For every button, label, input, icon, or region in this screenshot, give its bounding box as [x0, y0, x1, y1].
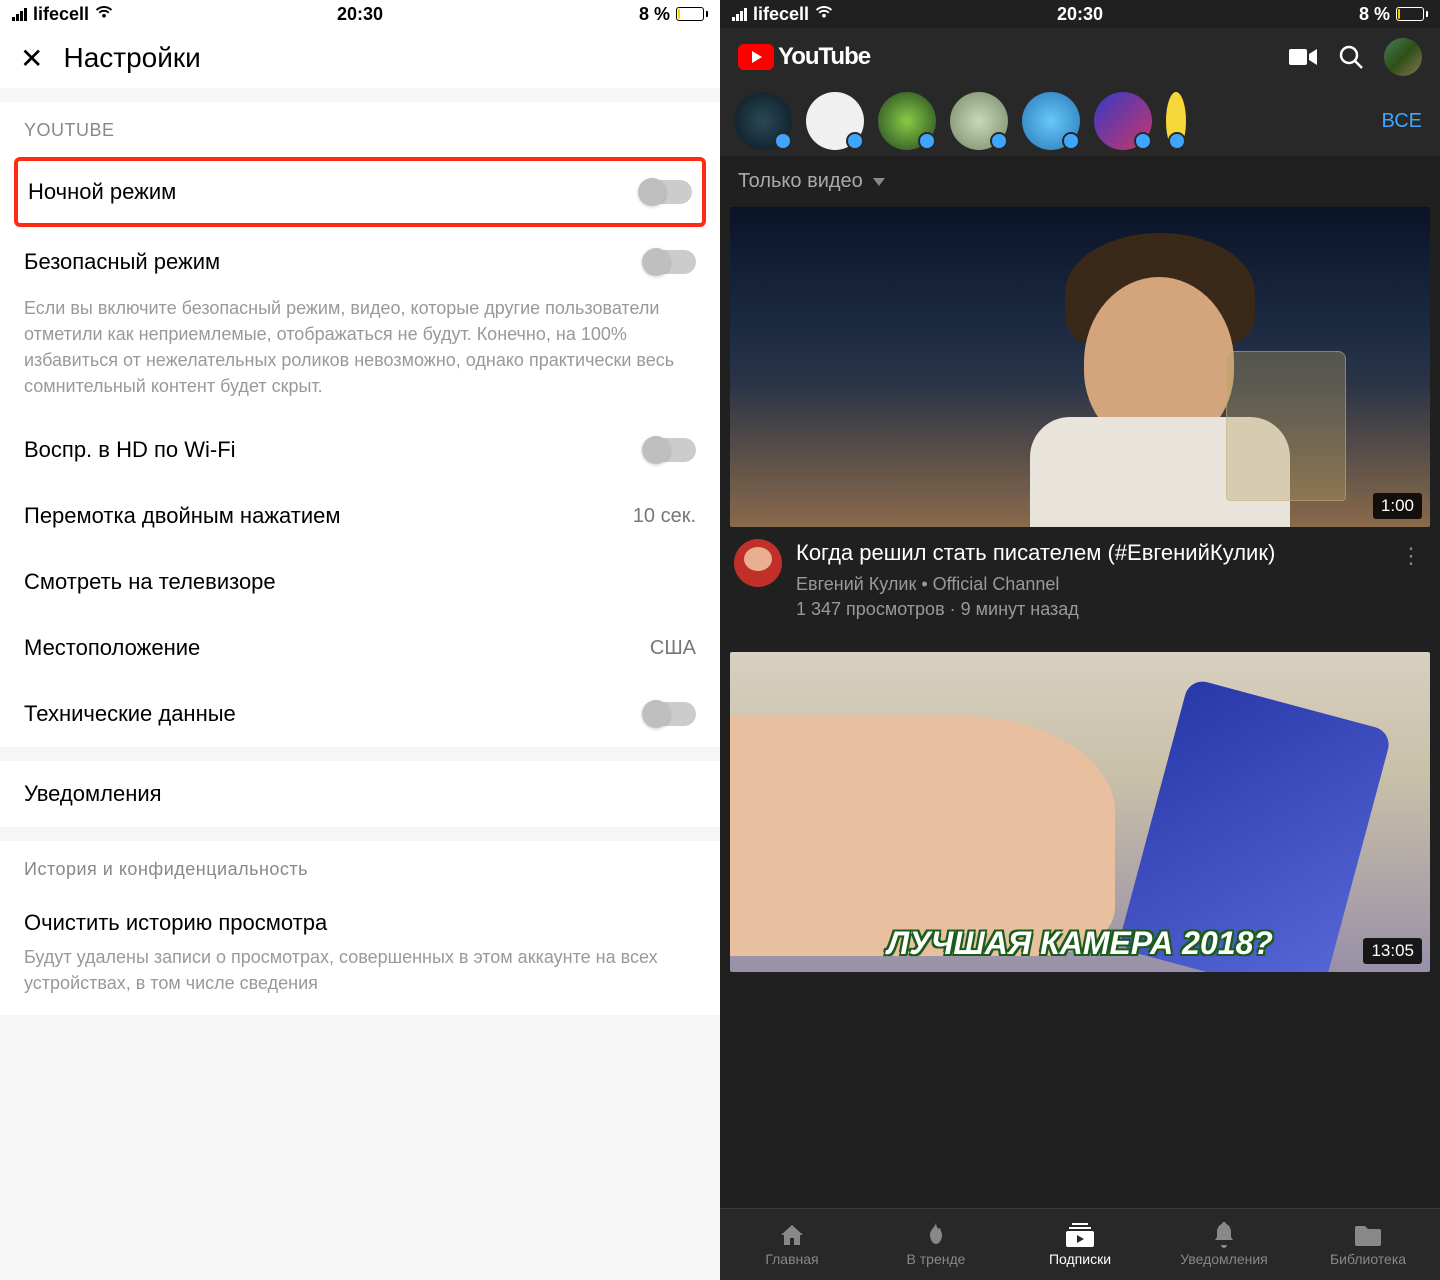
- tab-library[interactable]: Библиотека: [1296, 1209, 1440, 1280]
- carrier-label: lifecell: [753, 4, 809, 25]
- hd-wifi-row[interactable]: Воспр. в HD по Wi-Fi: [0, 417, 720, 483]
- double-tap-row[interactable]: Перемотка двойным нажатием 10 сек.: [0, 483, 720, 549]
- channel-avatar[interactable]: [1094, 92, 1152, 150]
- channel-avatar[interactable]: [806, 92, 864, 150]
- youtube-header: YouTube: [720, 28, 1440, 86]
- tab-label: Уведомления: [1180, 1251, 1268, 1267]
- youtube-logo-text: YouTube: [778, 43, 870, 71]
- channel-avatar-small[interactable]: [734, 539, 782, 587]
- safe-mode-row[interactable]: Безопасный режим: [0, 229, 720, 295]
- signal-icon: [12, 8, 27, 21]
- tech-data-row[interactable]: Технические данные: [0, 681, 720, 747]
- double-tap-label: Перемотка двойным нажатием: [24, 503, 341, 529]
- status-bar-right: lifecell 20:30 8 %: [720, 0, 1440, 28]
- video-title: Когда решил стать писателем (#ЕвгенийКул…: [796, 539, 1382, 568]
- wifi-icon: [95, 4, 113, 25]
- flame-icon: [922, 1223, 950, 1247]
- notifications-label: Уведомления: [24, 781, 162, 807]
- tab-notifications[interactable]: Уведомления: [1152, 1209, 1296, 1280]
- tab-subscriptions[interactable]: Подписки: [1008, 1209, 1152, 1280]
- section-header-youtube: YOUTUBE: [0, 102, 720, 151]
- tab-label: Подписки: [1049, 1251, 1111, 1267]
- tab-label: Главная: [765, 1251, 818, 1267]
- folder-icon: [1354, 1223, 1382, 1247]
- all-channels-link[interactable]: ВСЕ: [1382, 110, 1426, 133]
- clock: 20:30: [1057, 4, 1103, 25]
- bell-icon: [1210, 1223, 1238, 1247]
- video-stats: 1 347 просмотров · 9 минут назад: [796, 597, 1382, 622]
- video-card[interactable]: ЛУЧШАЯ КАМЕРА 2018? 13:05: [730, 652, 1430, 972]
- tech-data-label: Технические данные: [24, 701, 236, 727]
- night-mode-highlight: Ночной режим: [14, 157, 706, 227]
- clear-history-label: Очистить историю просмотра: [24, 910, 327, 936]
- section-header-history: История и конфиденциальность: [0, 841, 720, 890]
- tech-data-toggle[interactable]: [644, 702, 696, 726]
- tab-label: В тренде: [907, 1251, 966, 1267]
- filter-label: Только видео: [738, 170, 863, 193]
- clear-history-row[interactable]: Очистить историю просмотра: [0, 890, 720, 944]
- close-icon[interactable]: ✕: [20, 42, 43, 75]
- location-value: США: [650, 637, 696, 660]
- channel-avatar[interactable]: [1022, 92, 1080, 150]
- clear-history-description: Будут удалены записи о просмотрах, совер…: [0, 944, 720, 1014]
- youtube-logo[interactable]: YouTube: [738, 43, 870, 71]
- watch-tv-label: Смотреть на телевизоре: [24, 569, 276, 595]
- user-avatar[interactable]: [1384, 38, 1422, 76]
- tab-trending[interactable]: В тренде: [864, 1209, 1008, 1280]
- video-thumbnail[interactable]: ЛУЧШАЯ КАМЕРА 2018? 13:05: [730, 652, 1430, 972]
- notifications-row[interactable]: Уведомления: [0, 761, 720, 827]
- location-row[interactable]: Местоположение США: [0, 615, 720, 681]
- camera-icon[interactable]: [1288, 42, 1318, 72]
- hd-wifi-label: Воспр. в HD по Wi-Fi: [24, 437, 236, 463]
- safe-mode-label: Безопасный режим: [24, 249, 220, 275]
- video-duration: 13:05: [1363, 938, 1422, 964]
- youtube-play-icon: [738, 44, 774, 70]
- watch-tv-row[interactable]: Смотреть на телевизоре: [0, 549, 720, 615]
- channel-avatar[interactable]: [1166, 92, 1186, 150]
- night-mode-row[interactable]: Ночной режим: [18, 161, 702, 223]
- video-channel: Евгений Кулик • Official Channel: [796, 572, 1382, 597]
- tab-home[interactable]: Главная: [720, 1209, 864, 1280]
- video-card[interactable]: 1:00 Когда решил стать писателем (#Евген…: [730, 207, 1430, 634]
- night-mode-label: Ночной режим: [28, 179, 176, 205]
- channel-avatar[interactable]: [734, 92, 792, 150]
- home-icon: [778, 1223, 806, 1247]
- thumbnail-overlay-text: ЛУЧШАЯ КАМЕРА 2018?: [887, 925, 1273, 962]
- status-bar-left: lifecell 20:30 8 %: [0, 0, 720, 28]
- battery-pct: 8 %: [639, 4, 670, 25]
- night-mode-toggle[interactable]: [640, 180, 692, 204]
- channel-strip[interactable]: ВСЕ: [720, 86, 1440, 156]
- channel-avatar[interactable]: [950, 92, 1008, 150]
- signal-icon: [732, 8, 747, 21]
- carrier-label: lifecell: [33, 4, 89, 25]
- battery-icon: [676, 7, 708, 21]
- channel-avatar[interactable]: [878, 92, 936, 150]
- search-icon[interactable]: [1336, 42, 1366, 72]
- battery-pct: 8 %: [1359, 4, 1390, 25]
- double-tap-value: 10 сек.: [633, 505, 696, 528]
- page-title: Настройки: [63, 42, 200, 74]
- tab-label: Библиотека: [1330, 1251, 1406, 1267]
- wifi-icon: [815, 4, 833, 25]
- location-label: Местоположение: [24, 635, 200, 661]
- video-duration: 1:00: [1373, 493, 1422, 519]
- safe-mode-description: Если вы включите безопасный режим, видео…: [0, 295, 720, 417]
- chevron-down-icon: [873, 178, 885, 186]
- hd-wifi-toggle[interactable]: [644, 438, 696, 462]
- subscriptions-icon: [1066, 1223, 1094, 1247]
- more-icon[interactable]: ⋮: [1396, 539, 1426, 622]
- settings-header: ✕ Настройки: [0, 28, 720, 88]
- filter-dropdown[interactable]: Только видео: [720, 156, 1440, 207]
- bottom-tabbar: Главная В тренде Подписки Уведомления Би…: [720, 1208, 1440, 1280]
- video-thumbnail[interactable]: 1:00: [730, 207, 1430, 527]
- safe-mode-toggle[interactable]: [644, 250, 696, 274]
- clock: 20:30: [337, 4, 383, 25]
- battery-icon: [1396, 7, 1428, 21]
